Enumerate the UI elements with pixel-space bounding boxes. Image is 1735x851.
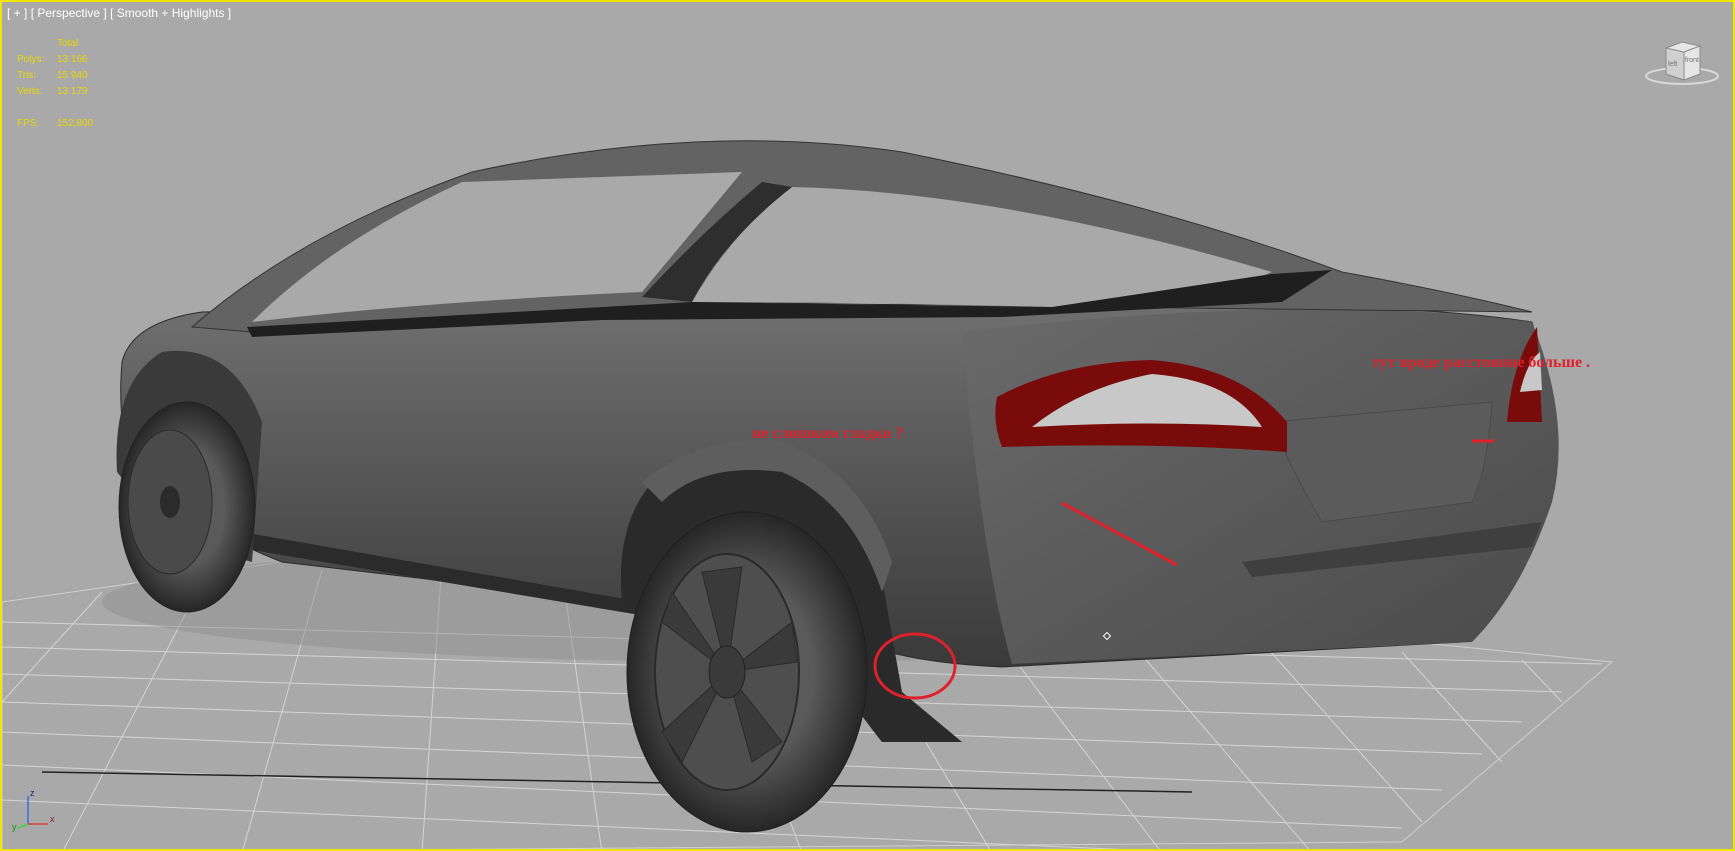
tris-label: Tris: xyxy=(17,70,37,81)
view-mode-button[interactable]: [ Perspective ] xyxy=(31,6,107,20)
verts-label: Verts: xyxy=(17,86,43,97)
polys-label: Polys: xyxy=(17,54,45,65)
axis-y-label: y xyxy=(12,822,17,832)
annotation-distance: тут вроде расстояние больше . xyxy=(1372,354,1591,371)
viewport-label: [ + ] [ Perspective ] [ Smooth + Highlig… xyxy=(7,6,231,20)
fps-value: 152,800 xyxy=(57,118,94,129)
statistics-overlay: Total Polys: 13 166 Tris: 15 940 Verts: 13 … xyxy=(17,36,117,132)
shading-mode-button[interactable]: [ Smooth + Highlights ] xyxy=(110,6,231,20)
tris-value: 15 940 xyxy=(57,70,88,81)
verts-value: 13 179 xyxy=(57,86,88,97)
annotation-smoothness: не слишком гладко ? xyxy=(752,425,904,442)
perspective-viewport[interactable]: [ + ] [ Perspective ] [ Smooth + Highlig… xyxy=(0,0,1735,851)
fps-label: FPS: xyxy=(17,118,40,129)
stats-header: Total xyxy=(57,38,79,49)
axis-tripod-icon: z x y xyxy=(12,788,55,832)
viewcube-left-face: left xyxy=(1668,61,1677,68)
polys-value: 13 166 xyxy=(57,54,88,65)
viewcube-front-face: front xyxy=(1685,57,1699,64)
axis-z-label: z xyxy=(30,788,35,798)
viewcube-icon[interactable]: left front xyxy=(1644,38,1720,86)
axis-x-label: x xyxy=(50,814,55,824)
viewport-menu-button[interactable]: [ + ] xyxy=(7,6,27,20)
